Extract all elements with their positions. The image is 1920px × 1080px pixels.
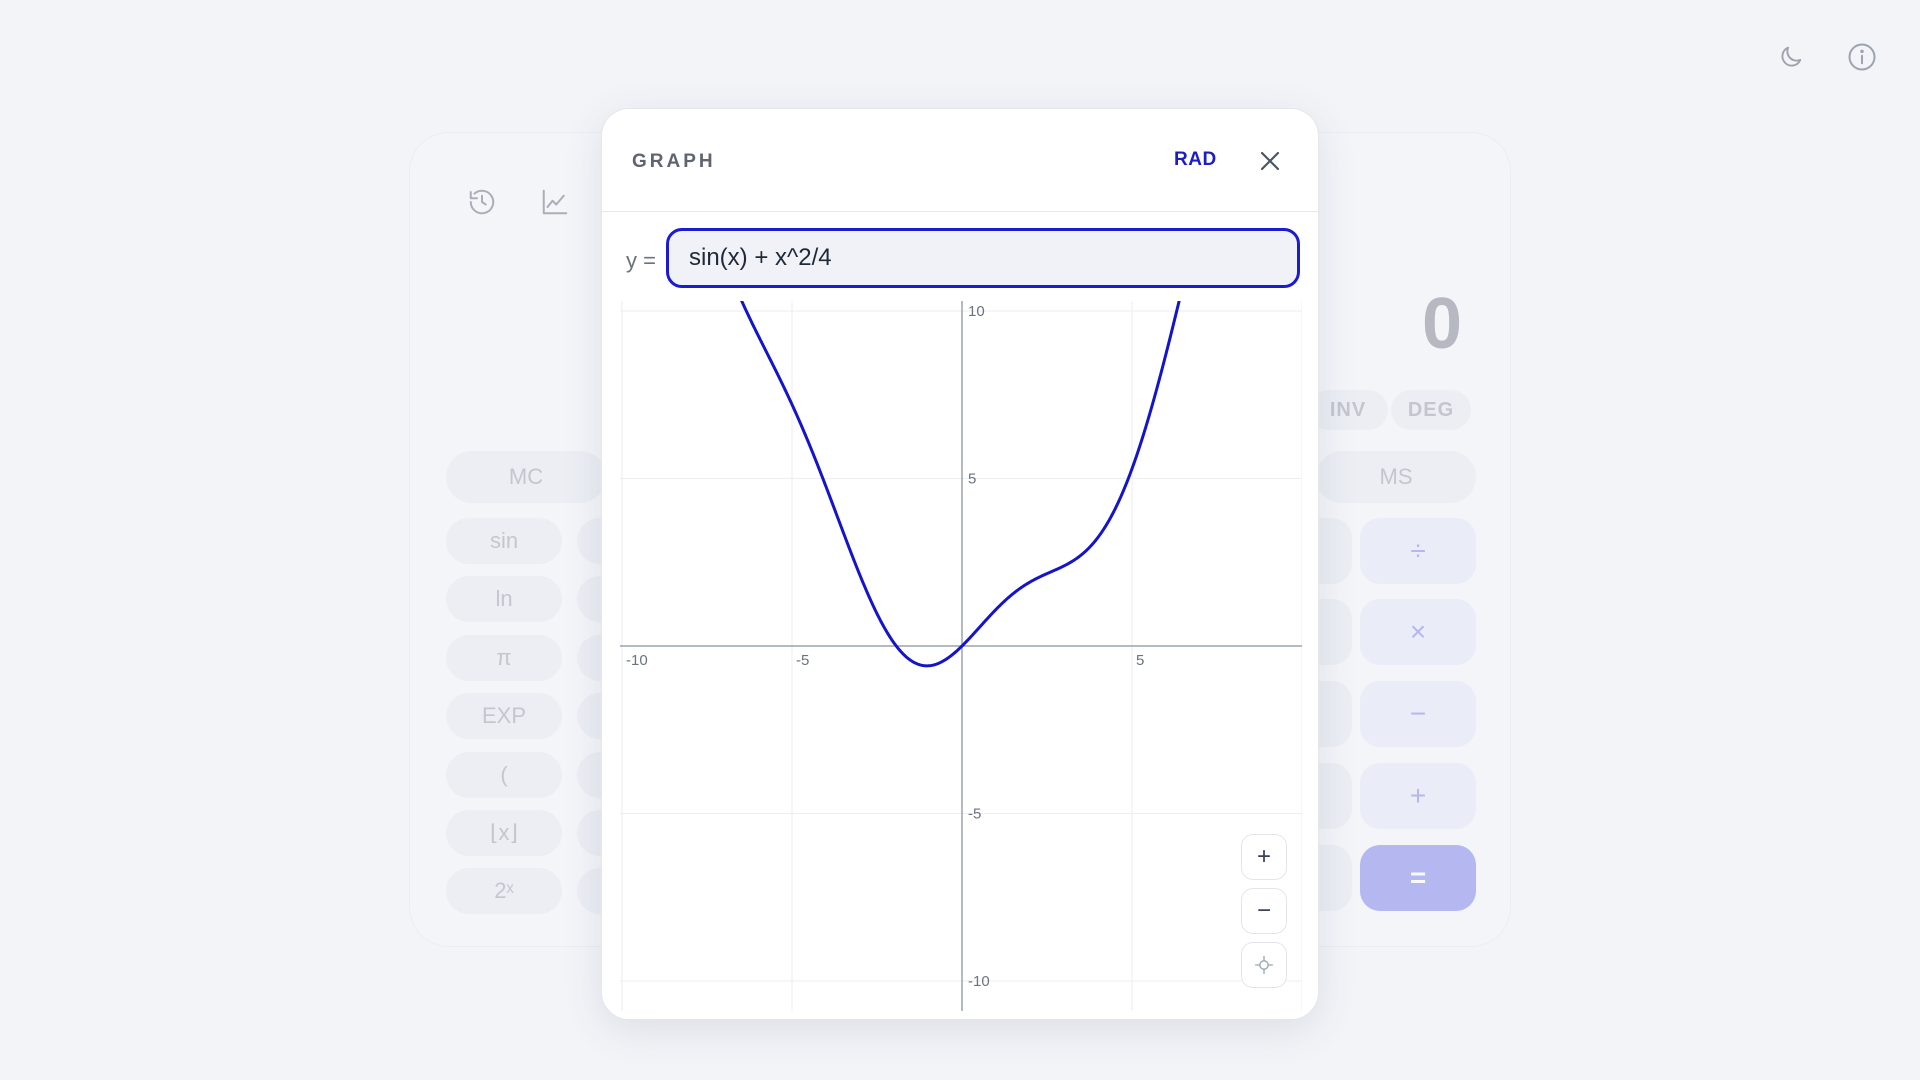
exp-button[interactable]: EXP bbox=[446, 693, 562, 739]
mc-button[interactable]: MC bbox=[446, 451, 606, 503]
deg-button[interactable]: DEG bbox=[1391, 390, 1471, 430]
subtract-button[interactable]: − bbox=[1360, 681, 1476, 747]
key-partial[interactable] bbox=[1318, 681, 1352, 747]
add-button[interactable]: + bbox=[1360, 763, 1476, 829]
key-partial[interactable] bbox=[577, 810, 601, 856]
x-tick-label: 5 bbox=[1136, 652, 1144, 669]
angle-mode-toggle[interactable]: RAD bbox=[1174, 149, 1217, 171]
key-partial[interactable] bbox=[1318, 518, 1352, 584]
ms-button[interactable]: MS bbox=[1316, 451, 1476, 503]
key-partial[interactable] bbox=[577, 868, 601, 914]
crosshair-icon bbox=[1255, 956, 1273, 974]
equals-button[interactable]: = bbox=[1360, 845, 1476, 911]
function-input[interactable] bbox=[666, 228, 1300, 288]
y-tick-label: 5 bbox=[968, 471, 976, 488]
open-paren-button[interactable]: ( bbox=[446, 752, 562, 798]
floor-button[interactable]: ⌊x⌋ bbox=[446, 810, 562, 856]
recenter-button[interactable] bbox=[1241, 942, 1287, 988]
key-partial[interactable] bbox=[1318, 599, 1352, 665]
pow2-button[interactable]: 2ˣ bbox=[446, 868, 562, 914]
key-partial[interactable] bbox=[577, 693, 601, 739]
function-curve bbox=[740, 301, 1181, 668]
y-tick-label: 10 bbox=[968, 303, 985, 320]
x-tick-label: -10 bbox=[626, 652, 648, 669]
history-icon bbox=[469, 189, 495, 215]
moon-icon bbox=[1781, 46, 1802, 67]
ln-button[interactable]: ln bbox=[446, 576, 562, 622]
y-equals-label: y = bbox=[626, 248, 656, 273]
display-value: 0 bbox=[1421, 284, 1462, 364]
dialog-title: GRAPH bbox=[632, 151, 716, 172]
key-partial[interactable] bbox=[1318, 845, 1352, 911]
inv-button[interactable]: INV bbox=[1308, 390, 1388, 430]
info-icon bbox=[1848, 43, 1876, 71]
graph-dialog: GRAPH RAD y = -10 -5 5 10 5 -5 -10 + − bbox=[601, 108, 1319, 1020]
graph-icon bbox=[542, 189, 568, 215]
dialog-divider bbox=[602, 211, 1318, 212]
sin-button[interactable]: sin bbox=[446, 518, 562, 564]
graph-axes bbox=[620, 301, 1302, 1011]
key-partial[interactable] bbox=[577, 752, 601, 798]
zoom-out-button[interactable]: − bbox=[1241, 888, 1287, 934]
graph-plot[interactable]: -10 -5 5 10 5 -5 -10 bbox=[620, 301, 1302, 1011]
y-tick-label: -5 bbox=[968, 806, 981, 823]
history-button[interactable] bbox=[464, 184, 500, 220]
key-partial[interactable] bbox=[577, 576, 601, 622]
pi-button[interactable]: π bbox=[446, 635, 562, 681]
close-icon bbox=[1260, 151, 1280, 171]
graph-grid bbox=[620, 301, 1302, 1011]
dark-mode-toggle[interactable] bbox=[1774, 40, 1808, 74]
key-partial[interactable] bbox=[577, 518, 601, 564]
x-tick-label: -5 bbox=[796, 652, 809, 669]
close-button[interactable] bbox=[1253, 144, 1287, 178]
y-tick-label: -10 bbox=[968, 973, 990, 990]
key-partial[interactable] bbox=[577, 635, 601, 681]
graph-button[interactable] bbox=[537, 184, 573, 220]
multiply-button[interactable]: × bbox=[1360, 599, 1476, 665]
divide-button[interactable]: ÷ bbox=[1360, 518, 1476, 584]
zoom-in-button[interactable]: + bbox=[1241, 834, 1287, 880]
info-button[interactable] bbox=[1845, 40, 1879, 74]
key-partial[interactable] bbox=[1318, 763, 1352, 829]
